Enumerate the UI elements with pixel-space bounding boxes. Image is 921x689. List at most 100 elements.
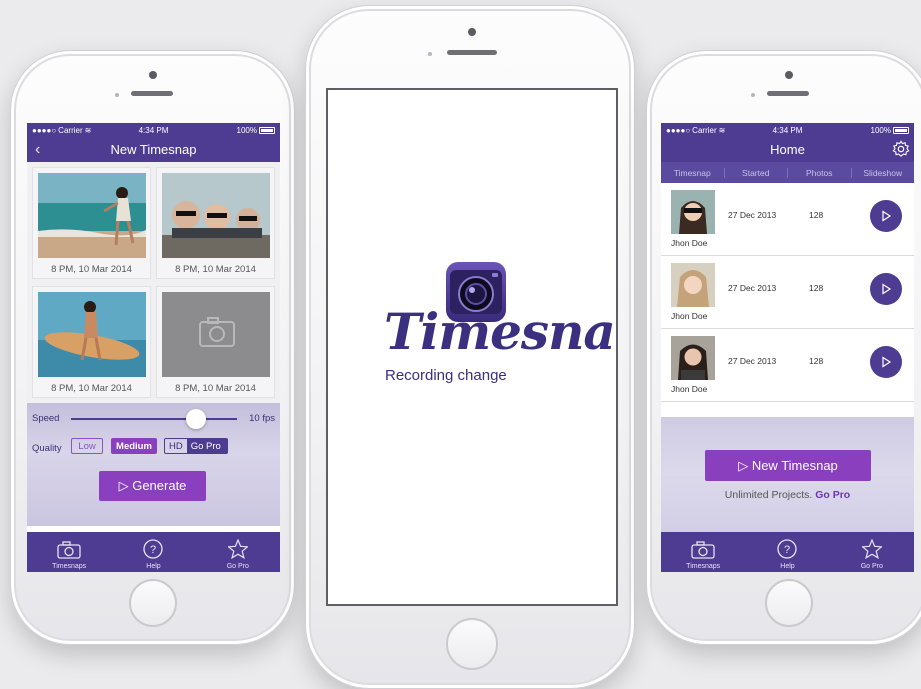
front-camera — [149, 71, 157, 79]
row-count: 128 — [809, 210, 824, 220]
avatar — [671, 336, 715, 380]
tab-label: Go Pro — [226, 563, 249, 570]
nav-bar: Home — [661, 137, 914, 162]
tab-help[interactable]: ? Help — [111, 532, 195, 572]
help-icon: ? — [777, 539, 798, 559]
tab-bar: Timesnaps ? Help Go Pro — [661, 532, 914, 572]
camera-icon — [691, 541, 715, 559]
quality-hd-button[interactable]: HD Go Pro — [164, 438, 228, 454]
nav-bar: ‹ New Timesnap — [27, 137, 280, 162]
svg-text:?: ? — [784, 544, 790, 556]
signal-icon: ●●●●○ — [32, 125, 57, 135]
quality-low-button[interactable]: Low — [71, 438, 103, 454]
signal-icon: ●●●●○ — [666, 125, 691, 135]
play-icon — [882, 283, 892, 295]
play-button[interactable] — [870, 273, 902, 305]
surfer-photo — [38, 292, 146, 377]
tab-go-pro[interactable]: Go Pro — [196, 532, 280, 572]
center-phone: Timesnaps Recording change — [305, 5, 635, 689]
list-item[interactable]: Jhon Doe 27 Dec 2013 128 — [661, 183, 914, 256]
go-pro-link[interactable]: Go Pro — [815, 489, 850, 501]
front-camera — [785, 71, 793, 79]
back-chevron-icon[interactable]: ‹ — [35, 141, 40, 159]
tab-label: Go Pro — [860, 563, 883, 570]
photo-caption: 8 PM, 10 Mar 2014 — [51, 383, 132, 394]
friends-photo — [162, 173, 270, 258]
tab-label: Timesnaps — [52, 563, 87, 570]
front-camera — [468, 28, 476, 36]
new-timesnap-panel: ▷ New Timesnap Unlimited Projects. Go Pr… — [661, 417, 914, 532]
subtab-photos[interactable]: Photos — [788, 167, 852, 178]
avatar — [671, 190, 715, 234]
photo-card[interactable]: 8 PM, 10 Mar 2014 — [32, 167, 151, 279]
star-icon — [227, 539, 248, 559]
camera-placeholder — [162, 292, 270, 377]
tab-label: Timesnaps — [686, 563, 721, 570]
subtab-started[interactable]: Started — [725, 167, 788, 178]
status-time: 4:34 PM — [772, 125, 803, 135]
avatar — [671, 263, 715, 307]
row-count: 128 — [809, 283, 824, 293]
home-screen: ●●●●○ Carrier ≋ 4:34 PM 100% Home Timesnap… — [661, 123, 914, 572]
gear-icon[interactable] — [892, 140, 910, 158]
wifi-icon: ≋ — [718, 125, 726, 135]
photo-caption: 8 PM, 10 Mar 2014 — [51, 264, 132, 275]
list-item[interactable]: Jhon Doe 27 Dec 2013 128 — [661, 329, 914, 402]
go-pro-label: Go Pro — [186, 439, 227, 453]
play-button[interactable] — [870, 346, 902, 378]
play-icon — [882, 210, 892, 222]
tab-help[interactable]: ? Help — [745, 532, 829, 572]
row-name: Jhon Doe — [671, 311, 708, 321]
sub-tabs: Timesnap Started Photos Slideshow — [661, 162, 914, 183]
battery-text: 100% — [870, 125, 891, 135]
status-time: 4:34 PM — [138, 125, 169, 135]
camera-placeholder-icon — [199, 317, 235, 347]
speaker — [131, 91, 173, 96]
tagline: Recording change — [385, 367, 507, 384]
status-bar: ●●●●○ Carrier ≋ 4:34 PM 100% — [661, 123, 914, 137]
subtab-slideshow[interactable]: Slideshow — [852, 168, 915, 178]
list-item[interactable]: Jhon Doe 27 Dec 2013 128 — [661, 256, 914, 329]
brand-name: Timesnaps — [384, 302, 616, 361]
row-date: 27 Dec 2013 — [728, 356, 777, 366]
speed-slider-track[interactable] — [71, 418, 237, 420]
speed-value: 10 fps — [249, 413, 275, 424]
row-name: Jhon Doe — [671, 384, 708, 394]
subtab-timesnap[interactable]: Timesnap — [661, 167, 725, 178]
home-button[interactable] — [765, 579, 813, 627]
beach-photo — [38, 173, 146, 258]
battery-icon — [893, 126, 909, 134]
splash-screen: Timesnaps Recording change — [326, 88, 618, 606]
speed-slider-knob[interactable] — [185, 409, 206, 429]
speaker — [447, 50, 497, 55]
photo-card[interactable]: 8 PM, 10 Mar 2014 — [156, 167, 275, 279]
status-bar: ●●●●○ Carrier ≋ 4:34 PM 100% — [27, 123, 280, 137]
quality-medium-button[interactable]: Medium — [111, 438, 157, 454]
photo-caption: 8 PM, 10 Mar 2014 — [175, 264, 256, 275]
wifi-icon: ≋ — [84, 125, 92, 135]
page-title: Home — [770, 142, 805, 157]
tab-bar: Timesnaps ? Help Go Pro — [27, 532, 280, 572]
hd-label: HD — [169, 440, 183, 452]
new-timesnap-screen: ●●●●○ Carrier ≋ 4:34 PM 100% ‹ New Timesna… — [27, 123, 280, 572]
generate-button[interactable]: ▷ Generate — [99, 471, 206, 501]
page-title: New Timesnap — [110, 142, 197, 157]
speaker — [767, 91, 809, 96]
tab-go-pro[interactable]: Go Pro — [830, 532, 914, 572]
tab-timesnaps[interactable]: Timesnaps — [661, 532, 745, 572]
tab-label: Help — [146, 563, 161, 570]
photo-card[interactable]: 8 PM, 10 Mar 2014 — [156, 286, 275, 398]
carrier-label: Carrier — [692, 125, 717, 135]
photo-card[interactable]: 8 PM, 10 Mar 2014 — [32, 286, 151, 398]
generate-controls: Speed 10 fps Quality Low Medium HD Go Pr… — [27, 403, 280, 526]
row-date: 27 Dec 2013 — [728, 283, 777, 293]
home-button[interactable] — [446, 618, 498, 670]
play-button[interactable] — [870, 200, 902, 232]
tab-timesnaps[interactable]: Timesnaps — [27, 532, 111, 572]
home-button[interactable] — [129, 579, 177, 627]
svg-text:?: ? — [150, 544, 156, 556]
new-timesnap-button[interactable]: ▷ New Timesnap — [705, 450, 871, 481]
play-icon — [882, 356, 892, 368]
right-phone: ●●●●○ Carrier ≋ 4:34 PM 100% Home Timesnap… — [646, 50, 921, 645]
help-icon: ? — [143, 539, 164, 559]
